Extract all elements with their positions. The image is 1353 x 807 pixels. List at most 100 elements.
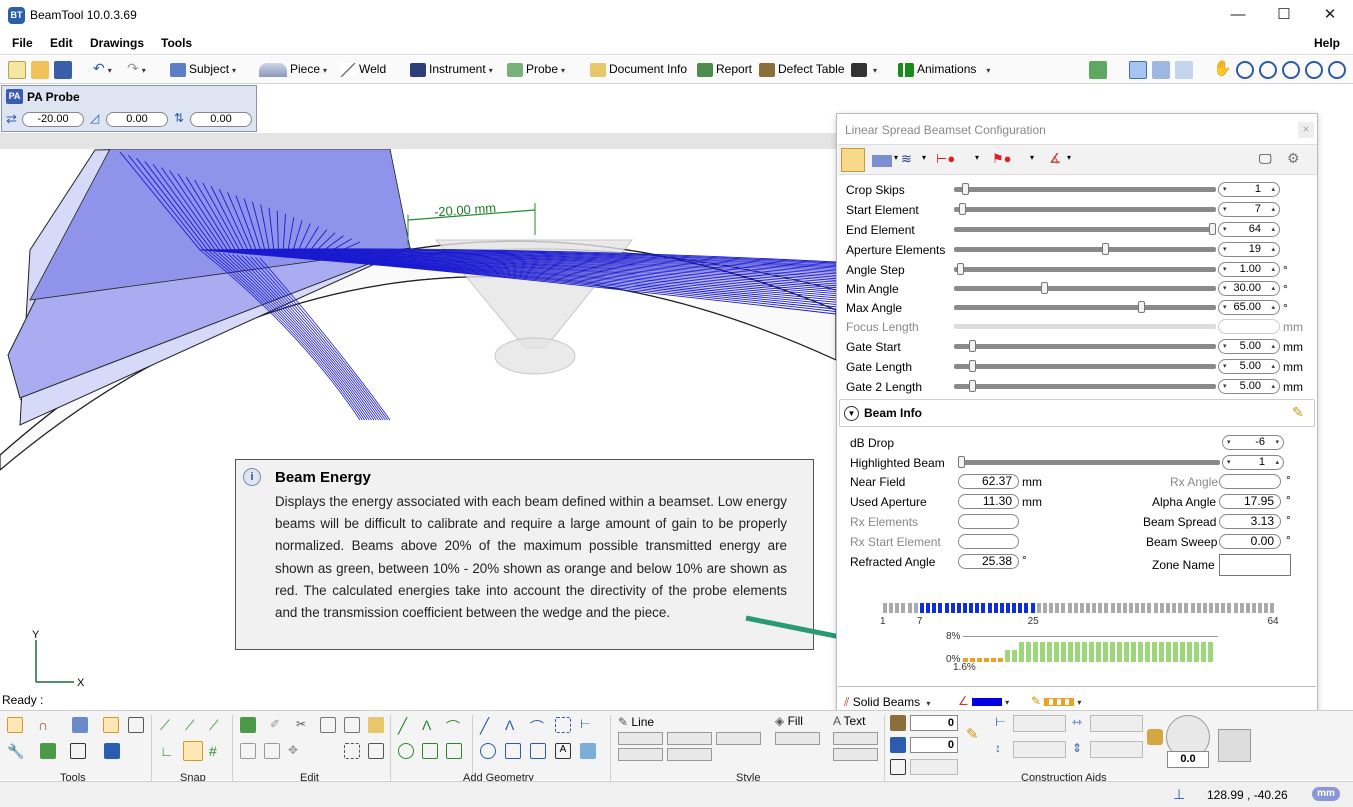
- image-tool-icon[interactable]: [580, 743, 596, 759]
- param-slider[interactable]: [954, 305, 1216, 310]
- construction-field-2[interactable]: [1090, 715, 1143, 732]
- param-slider[interactable]: [954, 227, 1216, 232]
- construction-field-3[interactable]: [1013, 741, 1066, 758]
- circle-blue-icon[interactable]: [480, 743, 496, 759]
- text-tool-icon[interactable]: A: [555, 743, 571, 759]
- param-slider-thumb[interactable]: [1137, 301, 1145, 313]
- ribbon-number-2[interactable]: 0: [910, 737, 958, 753]
- snap-grid-icon[interactable]: #: [209, 743, 225, 759]
- select-arrow-icon[interactable]: [7, 717, 23, 733]
- layer-icon[interactable]: [1089, 61, 1107, 79]
- angle-dropdown-icon[interactable]: ▾: [1067, 153, 1071, 162]
- menu-file[interactable]: File: [12, 36, 33, 50]
- close-button[interactable]: ✕: [1307, 0, 1353, 31]
- param-slider-thumb[interactable]: [969, 360, 977, 372]
- param-value-field[interactable]: ▾ 65.00 ▴: [1218, 300, 1280, 315]
- param-slider[interactable]: [954, 247, 1216, 252]
- beamset-icon[interactable]: [841, 148, 865, 172]
- snap-end-icon[interactable]: ⟋: [209, 717, 225, 733]
- save-icon[interactable]: [54, 61, 72, 79]
- wave-icon[interactable]: ≋: [901, 151, 912, 167]
- collapse-icon[interactable]: ▼: [844, 406, 859, 421]
- text-button[interactable]: A Text: [833, 714, 865, 728]
- report-button[interactable]: Report: [697, 62, 752, 77]
- document-info-button[interactable]: Document Info: [590, 62, 687, 77]
- param-value-field[interactable]: ▾ 1 ▴: [1218, 182, 1280, 197]
- highlighted-beam-thumb[interactable]: [958, 456, 965, 468]
- rect-tool-icon[interactable]: [446, 743, 462, 759]
- animations-button[interactable]: Animations ▾: [898, 62, 990, 77]
- arrow-end-select[interactable]: [667, 748, 712, 761]
- polyline-blue-icon[interactable]: Ʌ: [505, 717, 521, 733]
- view-front-icon[interactable]: [1129, 61, 1147, 79]
- pan-hand-icon[interactable]: ✋: [1213, 59, 1232, 77]
- wedge-dropdown-icon[interactable]: ▾: [894, 153, 898, 162]
- param-slider[interactable]: [954, 187, 1216, 192]
- db-drop-field[interactable]: ▾ -6 ▾: [1222, 435, 1284, 450]
- vertical-dim-icon[interactable]: ↕: [995, 741, 1011, 757]
- region-icon[interactable]: [555, 717, 571, 733]
- redo-icon[interactable]: ↷ ▾: [127, 60, 146, 77]
- layers-icon[interactable]: [72, 717, 88, 733]
- fill-button[interactable]: ◈ Fill: [775, 714, 803, 728]
- cut-icon[interactable]: ✂: [296, 717, 312, 733]
- view-3d-icon[interactable]: [1152, 61, 1170, 79]
- line-tool-icon[interactable]: ╱: [398, 717, 414, 735]
- line-style-select[interactable]: [618, 732, 663, 745]
- move-icon[interactable]: ✥: [288, 743, 304, 759]
- width-dim-icon[interactable]: ⇿: [1072, 715, 1088, 731]
- construction-pencil-icon[interactable]: ✎: [966, 725, 982, 743]
- gear-icon[interactable]: ⚙: [1287, 150, 1300, 167]
- zoom-fit-icon[interactable]: [1282, 61, 1300, 79]
- construction-field-4[interactable]: [1090, 741, 1143, 758]
- param-slider-thumb[interactable]: [956, 263, 964, 275]
- list-icon[interactable]: [890, 759, 906, 775]
- unit-badge[interactable]: mm: [1312, 787, 1340, 801]
- paste-icon[interactable]: [368, 717, 384, 733]
- param-slider[interactable]: [954, 207, 1216, 212]
- polygon-tool-icon[interactable]: [422, 743, 438, 759]
- stack-icon[interactable]: [40, 743, 56, 759]
- zoom-window-icon[interactable]: [1259, 61, 1277, 79]
- param-slider-thumb[interactable]: [959, 203, 967, 215]
- horizontal-dim-icon[interactable]: ⊢: [995, 715, 1011, 731]
- beam-info-header[interactable]: ▼ Beam Info ✎: [839, 399, 1315, 427]
- param-slider-thumb[interactable]: [1101, 243, 1109, 255]
- flag-icon[interactable]: ⚑●: [992, 151, 1012, 167]
- menu-help[interactable]: Help: [1314, 36, 1340, 50]
- polygon-blue-icon[interactable]: [505, 743, 521, 759]
- panel-icon[interactable]: [128, 717, 144, 733]
- pencil-icon[interactable]: ✎: [1292, 404, 1304, 421]
- angle-tool-icon[interactable]: [890, 737, 906, 753]
- snap-grid-active-icon[interactable]: [183, 741, 203, 761]
- param-value-field[interactable]: ▾ 64 ▴: [1218, 222, 1280, 237]
- display-icon[interactable]: 🖵: [1259, 151, 1272, 167]
- wrench-icon[interactable]: 🔧: [7, 743, 24, 759]
- wedge-icon[interactable]: [872, 155, 892, 167]
- zoom-icon[interactable]: [1236, 61, 1254, 79]
- circle-tool-icon[interactable]: [398, 743, 414, 759]
- height-dim-icon[interactable]: ⇕: [1072, 741, 1088, 757]
- param-value-field[interactable]: ▾ 30.00 ▴: [1218, 281, 1280, 296]
- copy-icon[interactable]: [320, 717, 336, 733]
- crop-icon[interactable]: [70, 743, 86, 759]
- param-slider[interactable]: [954, 344, 1216, 349]
- flag-dropdown-icon[interactable]: ▾: [1030, 153, 1034, 162]
- piece-button[interactable]: Piece ▾: [259, 62, 327, 77]
- grid-toggle-icon[interactable]: [1218, 729, 1251, 762]
- param-slider[interactable]: [954, 267, 1216, 272]
- gate-icon[interactable]: ⊢●: [936, 151, 955, 167]
- frame-icon[interactable]: [103, 717, 119, 733]
- snap-mid-icon[interactable]: ⟋: [185, 717, 201, 733]
- param-value-field[interactable]: ▾ 7 ▴: [1218, 202, 1280, 217]
- dial-value[interactable]: 0.0: [1167, 751, 1209, 768]
- rect-blue-icon[interactable]: [530, 743, 546, 759]
- solid-beams-button[interactable]: ⫽ Solid Beams ▾: [844, 695, 930, 710]
- camera-button[interactable]: ▾: [851, 62, 877, 77]
- shape-icon[interactable]: [240, 717, 256, 733]
- menu-tools[interactable]: Tools: [161, 36, 192, 50]
- line-style-button[interactable]: ✎ Line: [618, 715, 654, 729]
- defect-table-button[interactable]: Defect Table: [759, 62, 845, 77]
- param-value-field[interactable]: ▾ 1.00 ▴: [1218, 262, 1280, 277]
- param-slider[interactable]: [954, 364, 1216, 369]
